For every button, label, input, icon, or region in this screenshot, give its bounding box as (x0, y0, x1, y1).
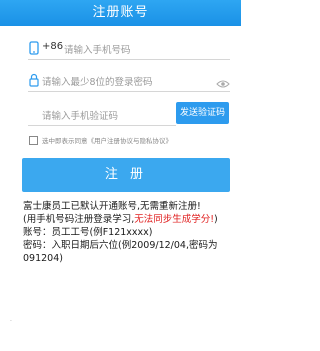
phone-field[interactable]: +86 请输入手机号码 (28, 38, 230, 60)
code-input[interactable]: 请输入手机验证码 (42, 108, 118, 122)
lock-icon (28, 72, 40, 87)
phone-input[interactable]: 请输入手机号码 (64, 42, 131, 56)
country-code[interactable]: +86 (42, 41, 63, 52)
register-button[interactable]: 注 册 (22, 158, 230, 192)
agreement-checkbox[interactable] (29, 136, 38, 145)
notice-line-5: 091204) (23, 253, 63, 264)
notice-text: 富士康员工已默认开通账号,无需重新注册! (用手机号码注册登录学习,无法同步生成… (23, 200, 235, 265)
password-field[interactable]: 请输入最少8位的登录密码 (28, 70, 230, 92)
notice-line-1: 富士康员工已默认开通账号,无需重新注册! (23, 201, 201, 212)
phone-icon (28, 40, 40, 55)
notice-line-4: 密码：入职日期后六位(例2009/12/04,密码为 (23, 240, 218, 251)
send-code-button[interactable]: 发送验证码 (176, 102, 229, 124)
notice-line-3: 账号：员工工号(例F121xxxx) (23, 227, 153, 238)
notice-warning: 无法同步生成学分! (134, 214, 215, 225)
eye-icon[interactable] (216, 74, 230, 93)
code-field[interactable]: 请输入手机验证码 (28, 104, 176, 126)
page-title: 注册账号 (0, 0, 241, 26)
footer-dot: . (10, 316, 12, 323)
notice-line-2: (用手机号码注册登录学习,无法同步生成学分!) (23, 214, 218, 225)
agreement-label[interactable]: 选中即表示同意《用户注册协议与隐私协议》 (42, 135, 172, 145)
password-input[interactable]: 请输入最少8位的登录密码 (42, 74, 153, 88)
